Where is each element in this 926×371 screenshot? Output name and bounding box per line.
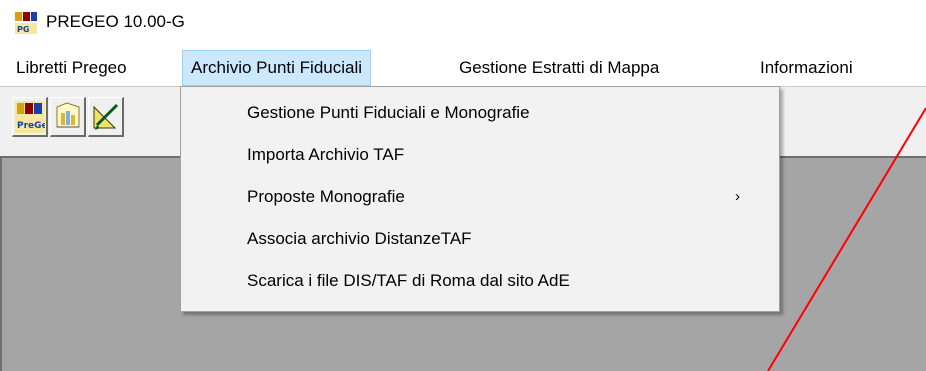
menu-item-associa-archivio-distanzetaf[interactable]: Associa archivio DistanzeTAF (181, 221, 779, 257)
menu-archivio-punti-fiduciali[interactable]: Archivio Punti Fiduciali (182, 50, 372, 86)
pregeo-toolbar-button[interactable]: PreGeo (12, 97, 48, 137)
menu-item-label: Importa Archivio TAF (247, 145, 405, 164)
window-title: PREGEO 10.00-G (46, 12, 185, 31)
menu-item-scarica-file-dis-taf[interactable]: Scarica i file DIS/TAF di Roma dal sito … (181, 263, 779, 299)
menu-bar: Libretti Pregeo Archivio Punti Fiduciali… (0, 50, 926, 86)
menu-informazioni[interactable]: Informazioni (752, 50, 861, 86)
svg-text:PG: PG (17, 25, 29, 34)
menu-item-label: Scarica i file DIS/TAF di Roma dal sito … (247, 271, 570, 290)
menu-libretti-pregeo[interactable]: Libretti Pregeo (8, 50, 135, 86)
draw-triangle-icon (93, 103, 119, 130)
map-document-icon (56, 102, 80, 128)
pregeo-app-icon: PG (14, 11, 38, 35)
menu-item-label: Proposte Monografie (247, 187, 405, 206)
pregeo-logo-icon: PreGeo (15, 101, 45, 133)
menu-item-gestione-punti-fiduciali[interactable]: Gestione Punti Fiduciali e Monografie (181, 95, 779, 131)
menu-item-label: Associa archivio DistanzeTAF (247, 229, 472, 248)
menu-gestione-estratti-di-mappa[interactable]: Gestione Estratti di Mappa (451, 50, 667, 86)
archivio-dropdown-menu: Gestione Punti Fiduciali e Monografie Im… (180, 86, 780, 312)
title-bar: PG PREGEO 10.00-G (0, 0, 926, 46)
menu-item-label: Gestione Punti Fiduciali e Monografie (247, 103, 530, 122)
map-toolbar-button[interactable] (50, 97, 86, 137)
pregeo-logo-text: PreGeo (17, 121, 45, 131)
chevron-right-icon: › (735, 188, 740, 205)
menu-item-proposte-monografie[interactable]: Proposte Monografie › (181, 179, 779, 215)
draw-toolbar-button[interactable] (88, 97, 124, 137)
menu-item-importa-archivio-taf[interactable]: Importa Archivio TAF (181, 137, 779, 173)
